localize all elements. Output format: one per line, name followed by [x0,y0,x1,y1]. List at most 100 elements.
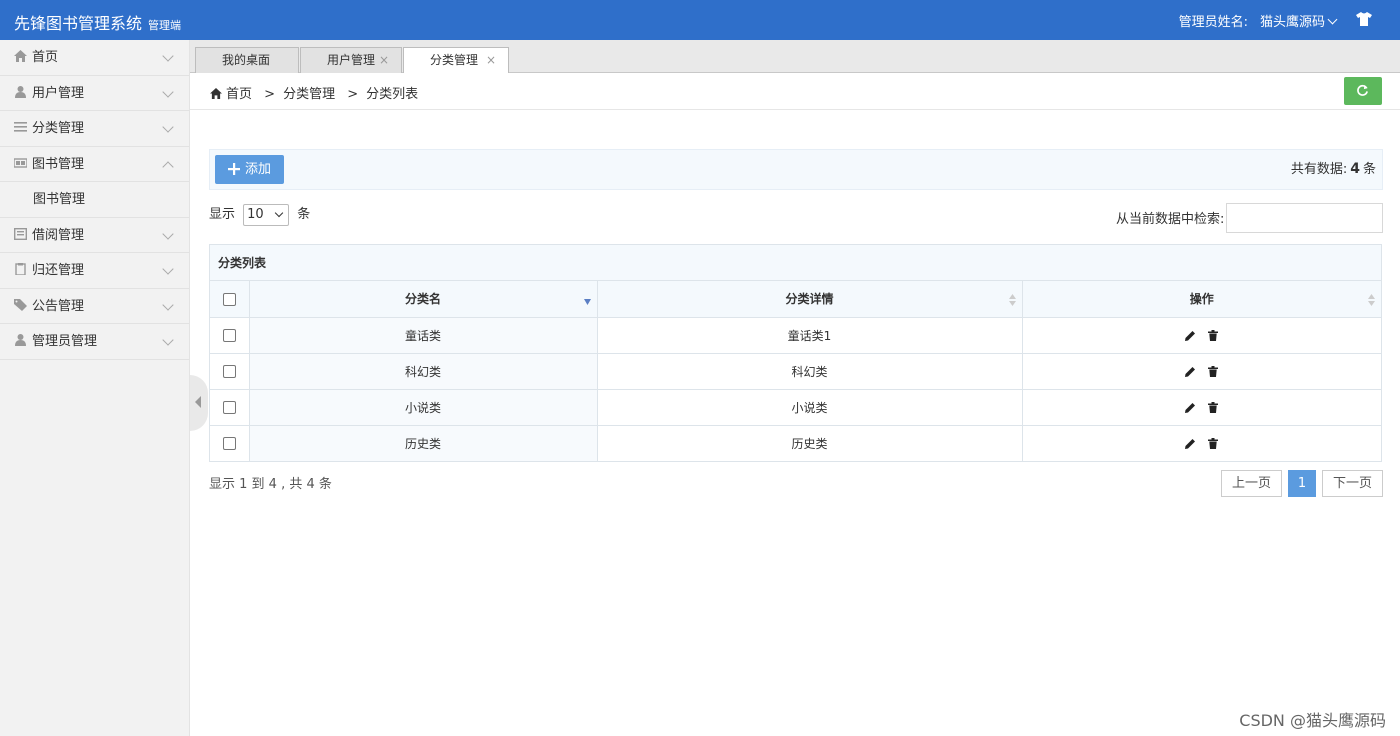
home-icon [14,50,27,62]
list-icon [14,122,27,132]
sort-both-icon[interactable] [1008,293,1016,307]
next-page-button[interactable]: 下一页 [1322,470,1383,497]
breadcrumb-home[interactable]: 首页 [226,87,252,102]
edit-icon[interactable] [1185,438,1196,450]
chevron-down-icon [162,334,174,346]
category-name-cell: 历史类 [249,425,598,461]
select-all-checkbox[interactable] [222,292,236,306]
refresh-icon [1357,84,1368,96]
tag-icon [14,298,27,311]
trash-icon[interactable] [1208,366,1219,377]
sort-desc-icon[interactable] [583,295,591,309]
sidebar-collapse-toggle[interactable] [190,375,208,431]
row-checkbox[interactable] [222,365,236,378]
admin-name[interactable]: 猫头鹰源码 [1260,15,1325,30]
sidebar-item-notice[interactable]: 公告管理 [0,289,189,324]
page-length: 显示 10 条 [209,203,310,226]
total-count-value: 4 [1350,161,1360,177]
table-info: 显示 1 到 4 , 共 4 条 [209,477,332,492]
tab-desktop[interactable]: 我的桌面 [195,47,299,73]
category-detail-cell: 小说类 [597,389,1023,426]
actions-cell [1022,425,1381,461]
sidebar-item-return[interactable]: 归还管理 [0,253,189,289]
sort-both-icon[interactable] [1368,293,1375,307]
sidebar-item-label: 归还管理 [32,263,85,278]
close-icon[interactable]: × [486,48,496,72]
row-select-cell [210,389,250,426]
breadcrumb-separator: > [264,87,276,102]
chevron-down-icon[interactable] [1327,14,1338,25]
chevron-down-icon [162,50,174,62]
admin-menu[interactable]: 管理员姓名: 猫头鹰源码 [1178,11,1338,30]
plus-icon [228,163,240,175]
column-header-label: 分类名 [404,292,441,307]
chevron-down-icon [274,208,284,217]
row-checkbox[interactable] [222,437,236,451]
table-row: 科幻类 科幻类 [210,353,1381,390]
column-header-detail[interactable]: 分类详情 [597,281,1023,318]
chevron-down-icon [162,85,174,98]
home-icon [210,88,222,99]
refresh-button[interactable] [1344,77,1382,105]
category-detail-cell: 童话类1 [597,317,1023,354]
category-name-cell: 科幻类 [249,353,598,390]
sidebar-item-label: 公告管理 [32,298,85,314]
edit-icon[interactable] [1185,330,1196,341]
sidebar-item-category[interactable]: 分类管理 [0,111,189,147]
book-icon [14,157,27,168]
breadcrumb-category[interactable]: 分类管理 [283,87,335,102]
total-count: 共有数据: 4 条 [1291,158,1376,177]
page-length-select[interactable]: 10 [243,203,290,226]
chevron-down-icon [162,227,174,240]
trash-icon[interactable] [1208,438,1219,450]
column-header-actions[interactable]: 操作 [1022,281,1381,318]
category-table: 分类列表 分类名 分类详情 操作 童话类 童话类1 科幻类 科幻类 小说类 小说… [209,244,1382,462]
row-checkbox[interactable] [222,401,236,414]
prev-page-button[interactable]: 上一页 [1221,470,1282,497]
trash-icon[interactable] [1208,330,1219,341]
search-input[interactable] [1226,203,1383,233]
close-icon[interactable]: × [379,48,389,72]
borrow-icon [14,227,27,240]
row-select-cell [210,425,250,461]
row-select-cell [210,317,250,354]
top-header: 先锋图书管理系统 管理端 管理员姓名: 猫头鹰源码 [0,0,1400,40]
caret-left-icon [195,396,201,408]
sidebar-item-admins[interactable]: 管理员管理 [0,324,189,360]
tab-category[interactable]: 分类管理 × [403,47,509,74]
column-header-name[interactable]: 分类名 [249,281,598,318]
category-name-cell: 小说类 [249,389,598,426]
actions-cell [1022,317,1381,354]
tab-bar: 我的桌面 用户管理 × 分类管理 × [190,40,1400,74]
watermark: CSDN @猫头鹰源码 [1239,711,1386,730]
tab-label: 用户管理 [327,53,376,67]
table-header-row: 分类名 分类详情 操作 [210,281,1381,318]
trash-icon[interactable] [1208,402,1219,413]
chevron-up-icon [162,160,174,173]
sidebar-item-users[interactable]: 用户管理 [0,76,189,111]
row-checkbox[interactable] [222,329,236,342]
sidebar-item-home[interactable]: 首页 [0,40,189,76]
edit-icon[interactable] [1185,402,1196,413]
tab-label: 我的桌面 [222,53,271,67]
tab-users[interactable]: 用户管理 × [300,47,402,73]
admin-label: 管理员姓名: [1178,15,1248,30]
breadcrumb-current: 分类列表 [366,87,419,102]
breadcrumb-bar: 首页 > 分类管理 > 分类列表 [190,73,1400,110]
table-row: 童话类 童话类1 [210,317,1381,354]
add-button[interactable]: 添加 [215,155,284,184]
chevron-down-icon [162,263,174,275]
table-row: 小说类 小说类 [210,389,1381,426]
return-icon [15,263,26,275]
sidebar-item-label: 图书管理 [32,156,85,172]
theme-shirt-icon[interactable] [1356,12,1372,26]
sidebar-item-borrow[interactable]: 借阅管理 [0,218,189,253]
sidebar-subitem-books[interactable]: 图书管理 [0,182,189,218]
category-detail-cell: 科幻类 [597,353,1023,390]
current-page-button[interactable]: 1 [1288,470,1316,497]
page-length-value: 10 [247,206,264,222]
add-button-label: 添加 [245,162,272,177]
sidebar-item-label: 用户管理 [32,85,85,101]
sidebar-item-books[interactable]: 图书管理 [0,147,189,182]
edit-icon[interactable] [1185,366,1196,377]
